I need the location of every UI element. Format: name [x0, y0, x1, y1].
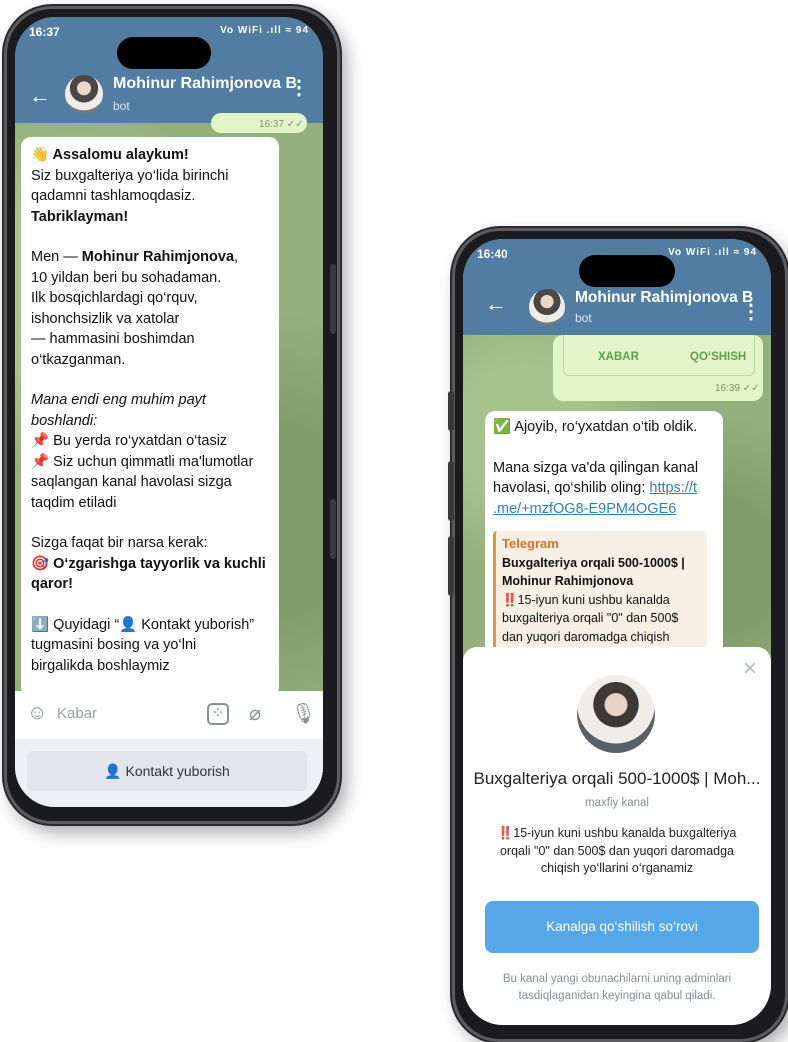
- message-line: 📌 Siz uchun qimmatli ma'lumotlar: [31, 453, 254, 470]
- message-line: Sizga faqat bir narsa kerak:: [31, 535, 208, 551]
- chat-title[interactable]: Mohinur Rahimjonova B: [575, 289, 753, 307]
- preview-title: Mohinur Rahimjonova: [502, 574, 634, 588]
- previous-outgoing-message: XABAR QO‘SHISH 16:39 ✓✓: [553, 335, 763, 401]
- channel-link[interactable]: .me/+mzfOG8-E9PM4OGE6: [493, 501, 676, 517]
- message-line: Men — Mohinur Rahimjonova,: [31, 249, 239, 265]
- chat-subtitle: bot: [113, 99, 130, 113]
- side-button: [448, 391, 454, 431]
- more-menu-icon[interactable]: ⋮: [741, 299, 761, 324]
- contact-send-label: 👤 Kontakt yuborish: [104, 763, 230, 779]
- message-line: ✅ Ajoyib, ro‘yxatdan o‘tib oldik.: [493, 419, 698, 435]
- status-icons: Vo WiFi .ıll ≈ 94: [220, 25, 309, 36]
- emoji-icon[interactable]: ☺: [27, 702, 47, 725]
- message-line: Siz buxgalteriya yo‘lida birinchi: [31, 167, 229, 184]
- message-line: Mana sizga va'da qilingan kanal: [493, 459, 699, 476]
- channel-link[interactable]: https://t: [649, 480, 697, 496]
- incoming-message: 👋 Assalomu alaykum! Siz buxgalteriya yo‘l…: [21, 137, 279, 697]
- attach-icon[interactable]: ⌀: [249, 701, 261, 726]
- back-arrow-icon[interactable]: ←: [29, 83, 51, 109]
- message-line: taqdim etiladi: [31, 494, 117, 511]
- channel-title: Buxgalteriya orqali 500-1000$ | Moh...: [473, 769, 761, 788]
- avatar[interactable]: [65, 75, 103, 113]
- message-line: ishonchsizlik va xatolar: [31, 310, 180, 327]
- side-button: [330, 499, 336, 559]
- message-line: Tabriklayman!: [31, 208, 129, 225]
- side-button: [330, 264, 336, 334]
- message-line: havolasi, qo‘shilib oling:: [493, 480, 650, 496]
- previous-outgoing-message: 16:37 ✓✓: [211, 113, 307, 133]
- chat-area: 16:37 ✓✓ 👋 Assalomu alaykum! Siz buxgalte…: [15, 113, 323, 697]
- incoming-message: ✅ Ajoyib, ro‘yxatdan o‘tib oldik. Mana s…: [485, 411, 723, 681]
- description-line: orqali "0" dan 500$ dan yuqori daromadga: [499, 843, 735, 858]
- channel-avatar: [577, 675, 655, 753]
- join-request-label: Kanalga qo‘shilish so‘rovi: [546, 919, 698, 934]
- channel-description: ‼️15-iyun kuni ushbu kanalda buxgalteriy…: [469, 825, 765, 878]
- qoshish-button[interactable]: QO‘SHISH: [690, 351, 746, 363]
- screen-left: 16:37 Vo WiFi .ıll ≈ 94 ← Mohinur Rahimj…: [15, 17, 323, 807]
- message-line: — hammasini boshimdan: [31, 331, 195, 347]
- bot-keyboard-icon[interactable]: ⁘: [207, 703, 229, 725]
- microphone-icon[interactable]: 🎙: [291, 701, 316, 726]
- reply-keyboard: 👤 Kontakt yuborish: [15, 739, 323, 807]
- preview-title: Buxgalteriya orqali 500-1000$ |: [502, 555, 685, 570]
- xabar-button[interactable]: XABAR: [598, 351, 639, 363]
- message-text: 👋 Assalomu alaykum! Siz buxgalteriya yo‘l…: [31, 145, 269, 676]
- approval-note: Bu kanal yangi obunachilarni uning admin…: [469, 971, 765, 1005]
- join-request-sheet: × Buxgalteriya orqali 500-1000$ | Moh...…: [463, 647, 771, 1025]
- dynamic-island: [117, 37, 211, 69]
- join-request-button[interactable]: Kanalga qo‘shilish so‘rovi: [485, 901, 759, 953]
- more-menu-icon[interactable]: ⋮: [289, 75, 309, 100]
- close-icon[interactable]: ×: [743, 655, 757, 683]
- link-preview[interactable]: Telegram Buxgalteriya orqali 500-1000$ |…: [493, 531, 707, 661]
- contact-send-button[interactable]: 👤 Kontakt yuborish: [27, 751, 307, 791]
- inline-button-row: XABAR QO‘SHISH: [563, 335, 755, 376]
- side-button: [448, 461, 454, 521]
- screen-right: 16:40 Vo WiFi .ıll ≈ 94 ← Mohinur Rahimj…: [463, 239, 771, 1025]
- message-line: tugmasini bosing va yo‘lni: [31, 637, 197, 653]
- message-line: ⬇️ Quyidagi “👤 Kontakt yuborish”: [31, 616, 255, 633]
- chat-area: XABAR QO‘SHISH 16:39 ✓✓ ✅ Ajoyib, ro‘yxa…: [463, 335, 771, 681]
- phone-right: 16:40 Vo WiFi .ıll ≈ 94 ← Mohinur Rahimj…: [448, 228, 788, 1042]
- message-line: 🎯 O‘zgarishga tayyorlik va kuchli: [31, 555, 266, 572]
- description-line: chiqish yo‘llarini o‘rganamiz: [540, 861, 694, 875]
- message-line: birgalikda boshlaymiz: [31, 657, 170, 674]
- message-line: 10 yildan beri bu sohadaman.: [31, 269, 222, 286]
- preview-site: Telegram: [502, 536, 559, 551]
- message-line: Ilk bosqichlardagi qo‘rquv,: [31, 290, 198, 306]
- message-line: qadamni tashlamoqdasiz.: [31, 188, 196, 204]
- input-bar: ☺ Kabar ⁘ ⌀ 🎙: [15, 691, 323, 739]
- message-time: 16:39 ✓✓: [715, 383, 760, 394]
- avatar[interactable]: [529, 289, 565, 325]
- preview-description: buxgalteriya orqali "0" dan 500$: [502, 611, 679, 625]
- message-time: 16:37 ✓✓: [259, 119, 304, 130]
- note-line: tasdiqlaganidan keyingina qabul qiladi.: [518, 990, 716, 1002]
- message-line: Mana endi eng muhim payt: [31, 392, 206, 408]
- note-line: Bu kanal yangi obunachilarni uning admin…: [502, 973, 732, 985]
- description-line: ‼️15-iyun kuni ushbu kanalda buxgalteriy…: [497, 826, 737, 840]
- status-icons: Vo WiFi .ıll ≈ 94: [668, 247, 757, 258]
- dynamic-island: [579, 255, 675, 287]
- message-input[interactable]: Kabar: [57, 705, 97, 722]
- chat-subtitle: bot: [575, 311, 592, 325]
- channel-type: maxfiy kanal: [585, 797, 649, 809]
- chat-title[interactable]: Mohinur Rahimjonova B: [113, 75, 297, 93]
- phone-left: 16:37 Vo WiFi .ıll ≈ 94 ← Mohinur Rahimj…: [4, 6, 340, 824]
- message-line: saqlangan kanal havolasi sizga: [31, 474, 232, 490]
- message-line: o‘tkazganman.: [31, 351, 126, 368]
- message-line: qaror!: [31, 576, 73, 592]
- message-line: boshlandi:: [31, 412, 98, 429]
- status-time: 16:37: [29, 25, 60, 39]
- preview-description: dan yuqori daromadga chiqish: [502, 629, 670, 644]
- side-button: [448, 536, 454, 596]
- message-line: 📌 Bu yerda ro‘yxatdan o‘tasiz: [31, 433, 228, 449]
- preview-description: ‼️15-iyun kuni ushbu kanalda: [502, 592, 670, 607]
- back-arrow-icon[interactable]: ←: [485, 291, 507, 317]
- status-time: 16:40: [477, 247, 508, 261]
- message-line: 👋 Assalomu alaykum!: [31, 147, 189, 163]
